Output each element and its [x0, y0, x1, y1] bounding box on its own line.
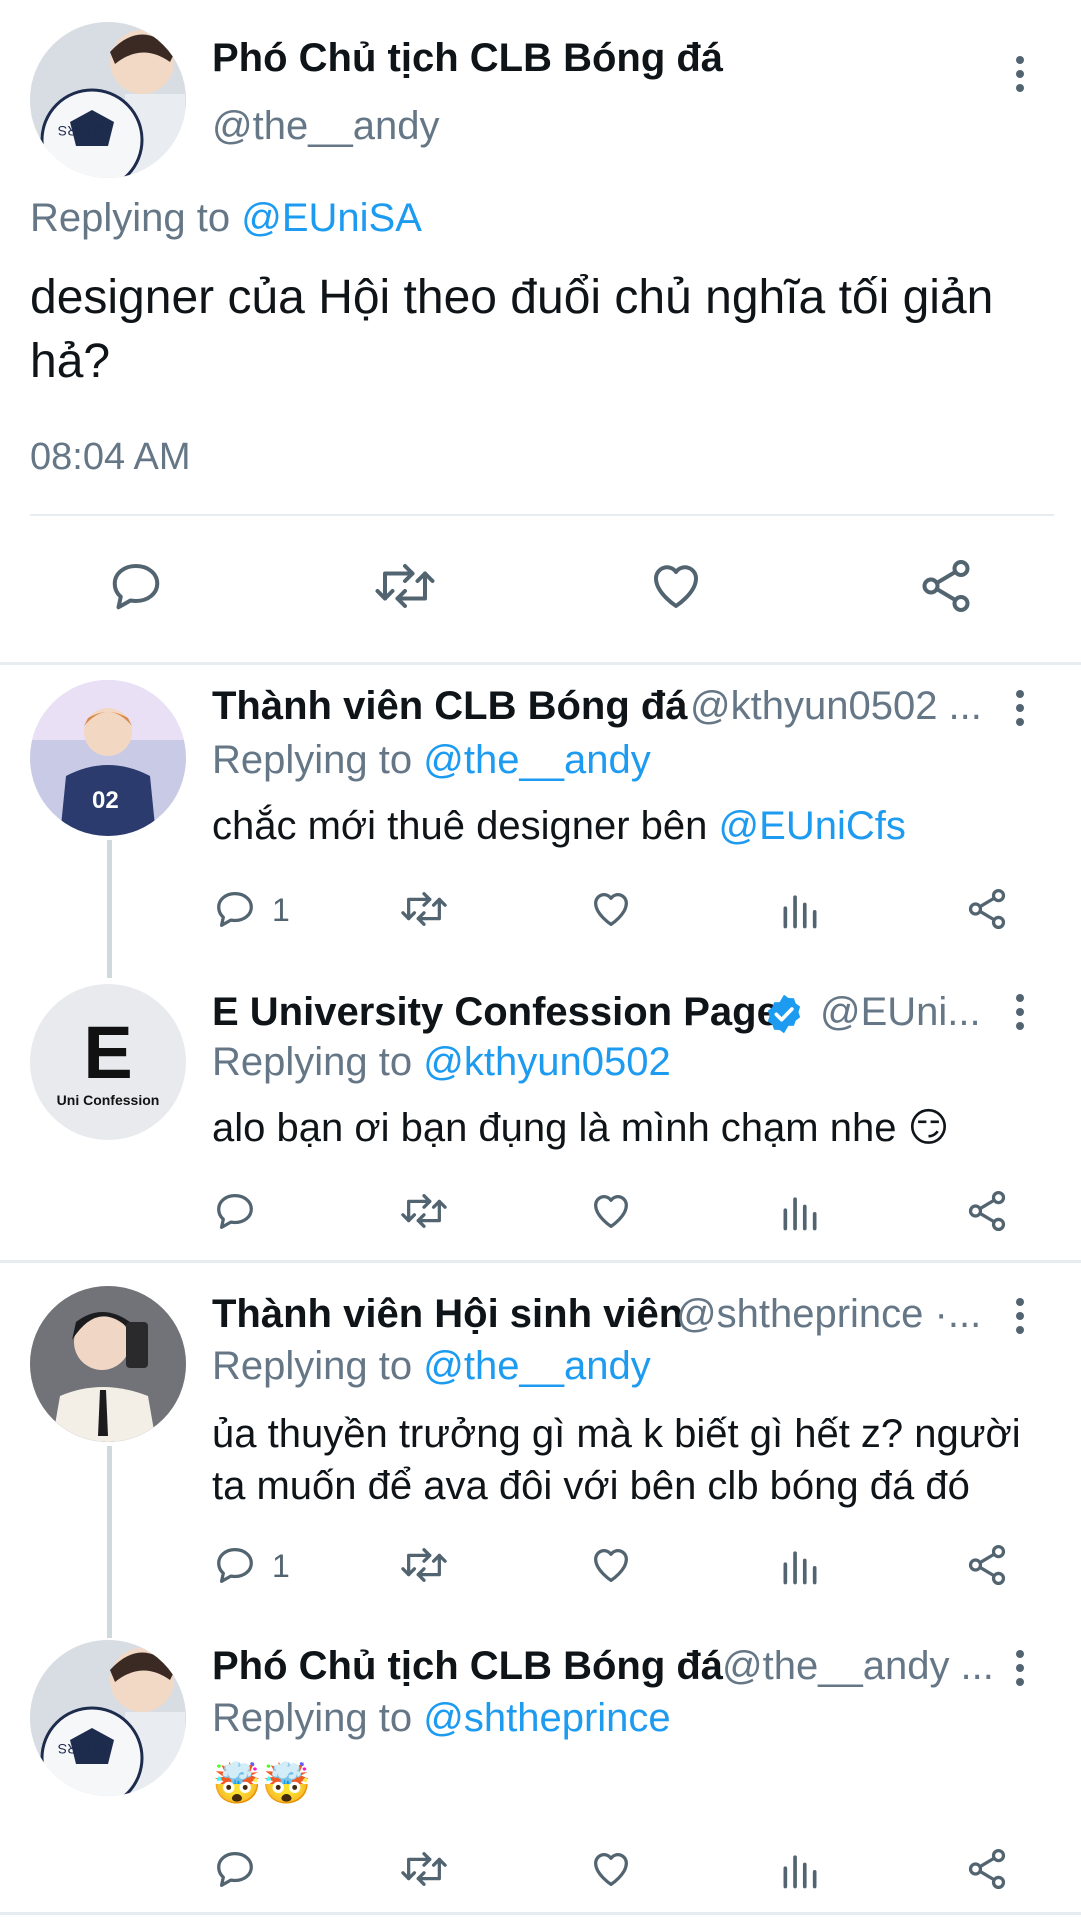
like-icon[interactable]	[588, 1846, 634, 1892]
mention-link[interactable]: @EUniCfs	[719, 804, 906, 848]
reply-icon[interactable]	[212, 1188, 258, 1234]
more-options-icon[interactable]	[1010, 1294, 1030, 1338]
analytics-icon[interactable]	[778, 1544, 822, 1588]
avatar[interactable]	[30, 1286, 186, 1442]
retweet-icon[interactable]	[372, 556, 438, 616]
reply-icon[interactable]	[212, 886, 258, 932]
divider	[30, 514, 1054, 516]
retweet-icon[interactable]	[398, 1846, 450, 1892]
analytics-icon[interactable]	[778, 888, 822, 932]
like-icon[interactable]	[588, 886, 634, 932]
author-name[interactable]: E University Confession Page	[212, 990, 779, 1035]
replying-to-link[interactable]: @kthyun0502	[423, 1040, 670, 1084]
svg-text:02: 02	[92, 787, 119, 814]
author-handle[interactable]: @the__andy	[212, 104, 439, 149]
retweet-icon[interactable]	[398, 886, 450, 932]
like-icon[interactable]	[588, 1542, 634, 1588]
tweet-text: ủa thuyền trưởng gì mà k biết gì hết z? …	[212, 1412, 1021, 1508]
author-name[interactable]: Thành viên Hội sinh viên	[212, 1292, 683, 1337]
tweet-text: alo bạn ơi bạn đụng là mình chạm nhe 😏	[212, 1106, 950, 1150]
tweet-timestamp: 08:04 AM	[30, 436, 191, 478]
replying-to-line: Replying to @EUniSA	[30, 196, 422, 241]
verified-badge-icon	[767, 994, 801, 1034]
more-options-icon[interactable]	[1010, 52, 1030, 96]
analytics-icon[interactable]	[778, 1848, 822, 1892]
reply-count: 1	[272, 1548, 290, 1584]
replying-to-line: Replying to @shtheprince	[212, 1696, 671, 1741]
avatar-letter: E	[83, 1011, 133, 1094]
tweet-text: 🤯🤯	[212, 1762, 312, 1806]
section-divider	[0, 1912, 1081, 1915]
replying-to-link[interactable]: @the__andy	[423, 1344, 650, 1388]
replying-to-link[interactable]: @the__andy	[423, 738, 650, 782]
author-handle[interactable]: @shtheprince ·...	[676, 1292, 981, 1337]
svg-text:SPURS: SPURS	[58, 1741, 106, 1757]
section-divider	[0, 1260, 1081, 1263]
svg-text:SPURS: SPURS	[58, 123, 106, 139]
like-icon[interactable]	[588, 1188, 634, 1234]
avatar-image: SPURS	[30, 22, 186, 178]
reply-count: 1	[272, 892, 290, 928]
avatar-image: SPURS	[30, 1640, 186, 1796]
author-name[interactable]: Phó Chủ tịch CLB Bóng đá	[212, 36, 723, 81]
avatar-caption: Uni Confession	[56, 1092, 160, 1108]
tweet-text: designer của Hội theo đuổi chủ nghĩa tối…	[30, 271, 994, 388]
avatar[interactable]: SPURS	[30, 22, 186, 178]
author-name[interactable]: Phó Chủ tịch CLB Bóng đá	[212, 1644, 723, 1689]
tweet-text: chắc mới thuê designer bên @EUniCfs	[212, 800, 906, 852]
more-options-icon[interactable]	[1010, 1646, 1030, 1690]
reply-icon[interactable]	[106, 556, 166, 616]
section-divider	[0, 662, 1081, 665]
author-handle[interactable]: @the__andy ...	[722, 1644, 994, 1689]
share-icon[interactable]	[964, 886, 1010, 932]
replying-to-prefix: Replying to	[212, 1696, 413, 1740]
author-handle[interactable]: @kthyun0502 ...	[690, 684, 982, 729]
avatar-image	[30, 1286, 186, 1442]
avatar[interactable]: 02	[30, 680, 186, 836]
avatar[interactable]: SPURS	[30, 1640, 186, 1796]
retweet-icon[interactable]	[398, 1542, 450, 1588]
replying-to-line: Replying to @the__andy	[212, 738, 651, 783]
tweet-text-content: chắc mới thuê designer bên	[212, 804, 708, 848]
share-icon[interactable]	[964, 1846, 1010, 1892]
share-icon[interactable]	[916, 556, 976, 616]
replying-to-link[interactable]: @shtheprince	[423, 1696, 670, 1740]
reply-icon[interactable]	[212, 1542, 258, 1588]
replying-to-line: Replying to @kthyun0502	[212, 1040, 671, 1085]
analytics-icon[interactable]	[778, 1190, 822, 1234]
replying-to-line: Replying to @the__andy	[212, 1344, 651, 1389]
share-icon[interactable]	[964, 1542, 1010, 1588]
author-handle[interactable]: @EUni...	[820, 990, 981, 1035]
replying-to-prefix: Replying to	[212, 1344, 413, 1388]
like-icon[interactable]	[646, 556, 706, 616]
reply-icon[interactable]	[212, 1846, 258, 1892]
author-name[interactable]: Thành viên CLB Bóng đá	[212, 684, 688, 729]
replying-to-prefix: Replying to	[30, 196, 231, 240]
replying-to-prefix: Replying to	[212, 738, 413, 782]
replying-to-prefix: Replying to	[212, 1040, 413, 1084]
avatar-image: 02	[30, 680, 186, 836]
more-options-icon[interactable]	[1010, 686, 1030, 730]
thread-line	[107, 1446, 112, 1638]
more-options-icon[interactable]	[1010, 990, 1030, 1034]
replying-to-link[interactable]: @EUniSA	[241, 196, 422, 240]
avatar[interactable]: E Uni Confession	[30, 984, 186, 1140]
thread-line	[107, 840, 112, 978]
retweet-icon[interactable]	[398, 1188, 450, 1234]
share-icon[interactable]	[964, 1188, 1010, 1234]
